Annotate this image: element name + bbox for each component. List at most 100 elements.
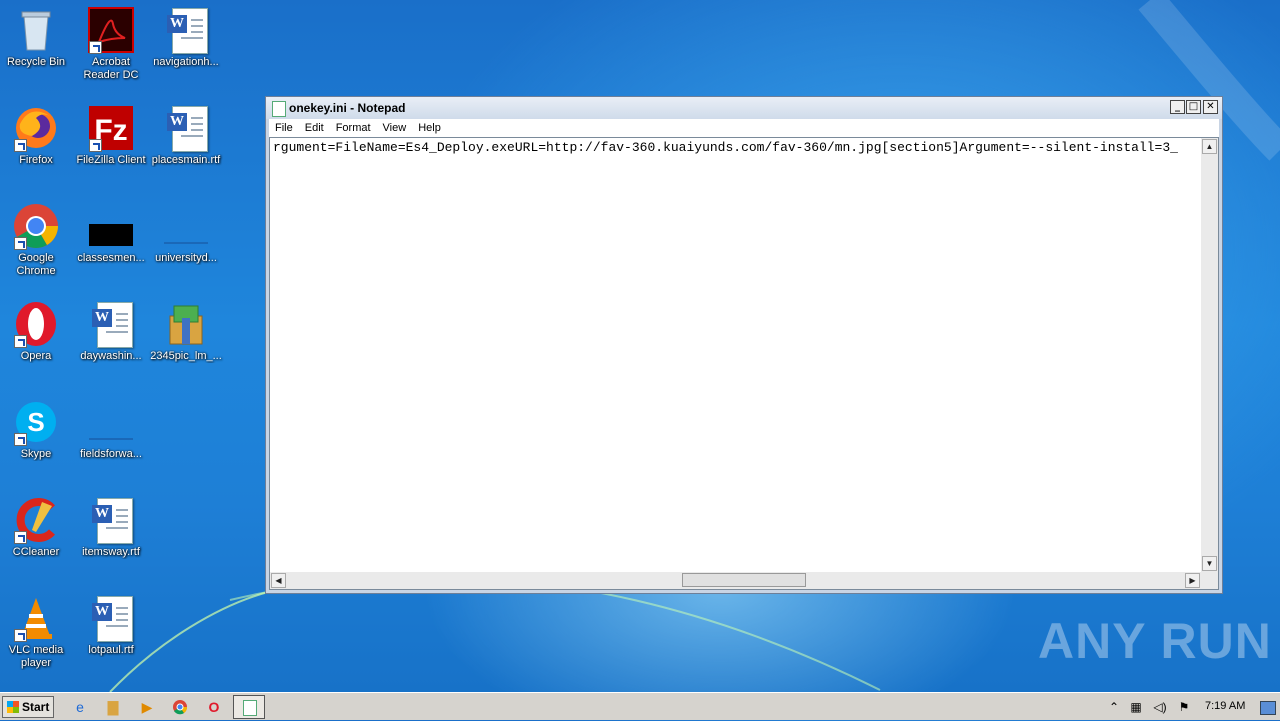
show-desktop-icon[interactable] xyxy=(1260,701,1276,715)
shortcut-arrow-icon xyxy=(89,139,102,152)
icon-label: Opera xyxy=(20,350,52,362)
shortcut-arrow-icon xyxy=(14,531,27,544)
desktop-icon-navigationh[interactable]: W navigationh... xyxy=(148,6,224,69)
menu-file[interactable]: File xyxy=(269,119,299,134)
menu-format[interactable]: Format xyxy=(330,119,377,134)
clock[interactable]: 7:19 AM xyxy=(1205,700,1245,712)
word-doc-icon: W xyxy=(87,300,135,348)
chrome-taskbar-icon[interactable] xyxy=(170,697,190,717)
minimize-button[interactable]: _ xyxy=(1170,100,1185,114)
desktop-icon-firefox[interactable]: Firefox xyxy=(0,104,74,167)
shortcut-arrow-icon xyxy=(14,139,27,152)
word-doc-icon: W xyxy=(162,104,210,152)
horizontal-scroll-thumb[interactable] xyxy=(682,573,806,587)
notepad-taskbar-button[interactable] xyxy=(233,695,265,719)
title-bar[interactable]: onekey.ini - Notepad _ □ ✕ xyxy=(266,97,1222,119)
ie-icon[interactable]: e xyxy=(70,697,90,717)
icon-label: itemsway.rtf xyxy=(82,546,140,558)
word-doc-icon: W xyxy=(87,594,135,642)
installer-icon xyxy=(162,300,210,348)
blank-file-icon xyxy=(162,202,210,250)
start-button[interactable]: Start xyxy=(2,696,54,718)
icon-label: FileZilla Client xyxy=(76,154,146,166)
desktop-icon-recycle-bin[interactable]: Recycle Bin xyxy=(0,6,74,69)
desktop-icon-universityd[interactable]: universityd... xyxy=(148,202,224,265)
maximize-button[interactable]: □ xyxy=(1186,100,1201,114)
windows-logo-icon xyxy=(7,701,19,713)
system-tray: ⌃ ▦ ◁) ⚑ 7:19 AM xyxy=(1102,693,1280,721)
acrobat-icon xyxy=(87,6,135,54)
desktop-icon-acrobat[interactable]: Acrobat Reader DC xyxy=(73,6,149,82)
black-file-icon xyxy=(87,202,135,250)
icon-label: Recycle Bin xyxy=(6,56,66,68)
icon-label: navigationh... xyxy=(153,56,219,68)
icon-label: VLC media player xyxy=(8,644,64,669)
icon-label: lotpaul.rtf xyxy=(88,644,134,656)
icon-label: placesmain.rtf xyxy=(151,154,221,166)
window-title: onekey.ini - Notepad xyxy=(289,101,406,115)
scroll-left-icon[interactable]: ◀ xyxy=(271,573,286,588)
icon-label: universityd... xyxy=(155,252,217,264)
show-hidden-icons-icon[interactable]: ⌃ xyxy=(1106,699,1122,715)
desktop-icon-placesmain[interactable]: W placesmain.rtf xyxy=(148,104,224,167)
filezilla-icon: Fz xyxy=(87,104,135,152)
action-center-flag-icon[interactable]: ⚑ xyxy=(1176,699,1192,715)
desktop-icon-chrome[interactable]: Google Chrome xyxy=(0,202,74,278)
menu-help[interactable]: Help xyxy=(412,119,447,134)
icon-label: Google Chrome xyxy=(16,252,56,277)
desktop-icon-fieldsforwa[interactable]: fieldsforwa... xyxy=(73,398,149,461)
icon-label: Skype xyxy=(20,448,52,460)
vertical-scrollbar[interactable]: ▲ ▼ xyxy=(1201,138,1218,572)
desktop-icon-daywashin[interactable]: W daywashin... xyxy=(73,300,149,363)
taskbar: Start e ▇ ▶ O ⌃ ▦ ◁) ⚑ 7:19 AM xyxy=(0,692,1280,720)
desktop-icon-opera[interactable]: Opera xyxy=(0,300,74,363)
svg-text:S: S xyxy=(27,407,44,437)
desktop-icon-lotpaul[interactable]: W lotpaul.rtf xyxy=(73,594,149,657)
opera-icon xyxy=(12,300,60,348)
resize-grip[interactable] xyxy=(1201,572,1218,589)
icon-label: Acrobat Reader DC xyxy=(83,56,139,81)
close-button[interactable]: ✕ xyxy=(1203,100,1218,114)
recycle-bin-icon xyxy=(12,6,60,54)
word-doc-icon: W xyxy=(162,6,210,54)
menu-view[interactable]: View xyxy=(377,119,413,134)
shortcut-arrow-icon xyxy=(14,433,27,446)
skype-icon: S xyxy=(12,398,60,446)
explorer-folder-icon[interactable]: ▇ xyxy=(103,697,123,717)
desktop-icon-vlc[interactable]: VLC media player xyxy=(0,594,74,670)
scroll-up-icon[interactable]: ▲ xyxy=(1202,139,1217,154)
network-icon[interactable]: ▦ xyxy=(1128,699,1144,715)
opera-taskbar-icon[interactable]: O xyxy=(204,697,224,717)
editor-text: rgument=FileName=Es4_Deploy.exeURL=http:… xyxy=(273,140,1178,155)
desktop-icon-classesmen[interactable]: classesmen... xyxy=(73,202,149,265)
desktop-icon-ccleaner[interactable]: CCleaner xyxy=(0,496,74,559)
start-label: Start xyxy=(22,700,50,714)
scroll-right-icon[interactable]: ▶ xyxy=(1185,573,1200,588)
desktop-icon-skype[interactable]: S Skype xyxy=(0,398,74,461)
anyrun-watermark: ANY RUN xyxy=(1038,613,1272,669)
notepad-icon xyxy=(243,700,257,716)
media-player-icon[interactable]: ▶ xyxy=(137,697,157,717)
notepad-window[interactable]: onekey.ini - Notepad _ □ ✕ File Edit Forma… xyxy=(265,96,1223,594)
icon-label: daywashin... xyxy=(80,350,142,362)
desktop-icon-2345pic[interactable]: 2345pic_lm_... xyxy=(148,300,224,363)
icon-label: fieldsforwa... xyxy=(80,448,142,460)
notepad-icon xyxy=(272,101,286,117)
vlc-icon xyxy=(12,594,60,642)
word-doc-icon: W xyxy=(87,496,135,544)
shortcut-arrow-icon xyxy=(89,41,102,54)
icon-label: classesmen... xyxy=(77,252,145,264)
icon-label: Firefox xyxy=(19,154,53,166)
shortcut-arrow-icon xyxy=(14,629,27,642)
desktop-icon-itemsway[interactable]: W itemsway.rtf xyxy=(73,496,149,559)
scroll-down-icon[interactable]: ▼ xyxy=(1202,556,1217,571)
shortcut-arrow-icon xyxy=(14,335,27,348)
horizontal-scrollbar[interactable]: ◀ ▶ xyxy=(270,572,1201,589)
desktop-icon-filezilla[interactable]: Fz FileZilla Client xyxy=(73,104,149,167)
text-editor[interactable]: rgument=FileName=Es4_Deploy.exeURL=http:… xyxy=(269,137,1219,590)
shortcut-arrow-icon xyxy=(14,237,27,250)
menu-bar: File Edit Format View Help xyxy=(269,119,1219,137)
volume-icon[interactable]: ◁) xyxy=(1152,699,1168,715)
menu-edit[interactable]: Edit xyxy=(299,119,330,134)
chrome-icon xyxy=(12,202,60,250)
